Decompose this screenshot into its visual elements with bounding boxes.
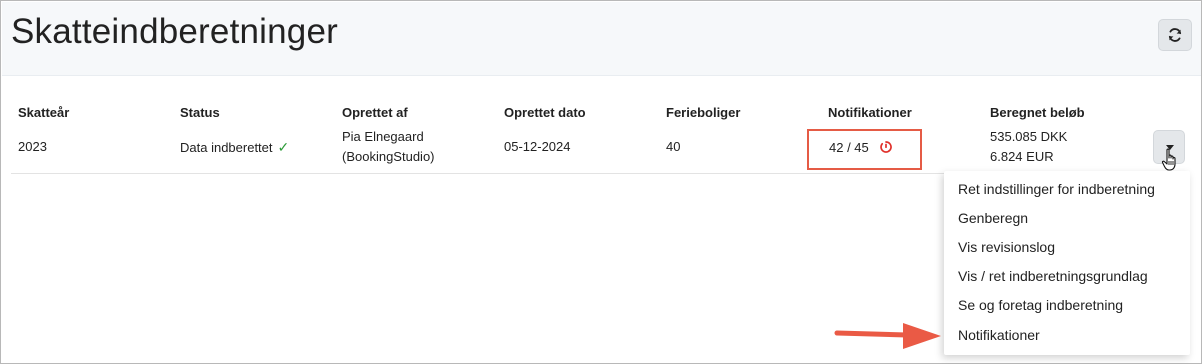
amount-dkk: 535.085 DKK: [990, 129, 1068, 144]
cell-created-by: Pia Elnegaard (BookingStudio): [342, 127, 435, 167]
status-text: Data indberettet: [180, 140, 273, 155]
menu-item-reporting-basis[interactable]: Vis / ret indberetningsgrundlag: [958, 268, 1148, 284]
page-title: Skatteindberetninger: [11, 12, 338, 51]
row-actions-menu: Ret indstillinger for indberetning Genbe…: [944, 171, 1190, 355]
pending-notification-icon: [880, 141, 892, 153]
check-icon: ✓: [277, 139, 290, 155]
page-header: Skatteindberetninger: [2, 2, 1201, 76]
notifications-count: 42 / 45: [829, 140, 869, 155]
menu-item-submit-report[interactable]: Se og foretag indberetning: [958, 297, 1123, 313]
amount-eur: 6.824 EUR: [990, 149, 1054, 164]
column-header-created-date: Oprettet dato: [504, 105, 586, 120]
column-header-amount: Beregnet beløb: [990, 105, 1085, 120]
annotation-arrow-icon: [834, 323, 941, 349]
column-header-status: Status: [180, 105, 220, 120]
cell-holiday-homes: 40: [666, 139, 681, 154]
column-header-year: Skatteår: [18, 105, 70, 120]
refresh-icon: [1168, 28, 1182, 42]
cell-amount: 535.085 DKK 6.824 EUR: [990, 127, 1067, 167]
created-by-name: Pia Elnegaard: [342, 129, 424, 144]
notifications-highlight[interactable]: 42 / 45: [807, 129, 922, 170]
menu-item-edit-settings[interactable]: Ret indstillinger for indberetning: [958, 181, 1155, 197]
column-header-holiday-homes: Ferieboliger: [666, 105, 741, 120]
menu-item-recalculate[interactable]: Genberegn: [958, 210, 1028, 226]
menu-item-revision-log[interactable]: Vis revisionslog: [958, 239, 1055, 255]
column-header-notifications: Notifikationer: [828, 105, 912, 120]
cell-status: Data indberettet ✓: [180, 137, 289, 158]
cell-year: 2023: [18, 139, 47, 154]
menu-item-notifications[interactable]: Notifikationer: [958, 327, 1040, 343]
created-by-org: (BookingStudio): [342, 149, 435, 164]
column-header-created-by: Oprettet af: [342, 105, 408, 120]
row-divider: [11, 173, 945, 174]
hand-pointer-icon: [1161, 148, 1176, 171]
window: Skatteindberetninger Skatteår Status Opr…: [0, 0, 1202, 364]
cell-created-date: 05-12-2024: [504, 139, 571, 154]
refresh-button[interactable]: [1158, 19, 1192, 51]
